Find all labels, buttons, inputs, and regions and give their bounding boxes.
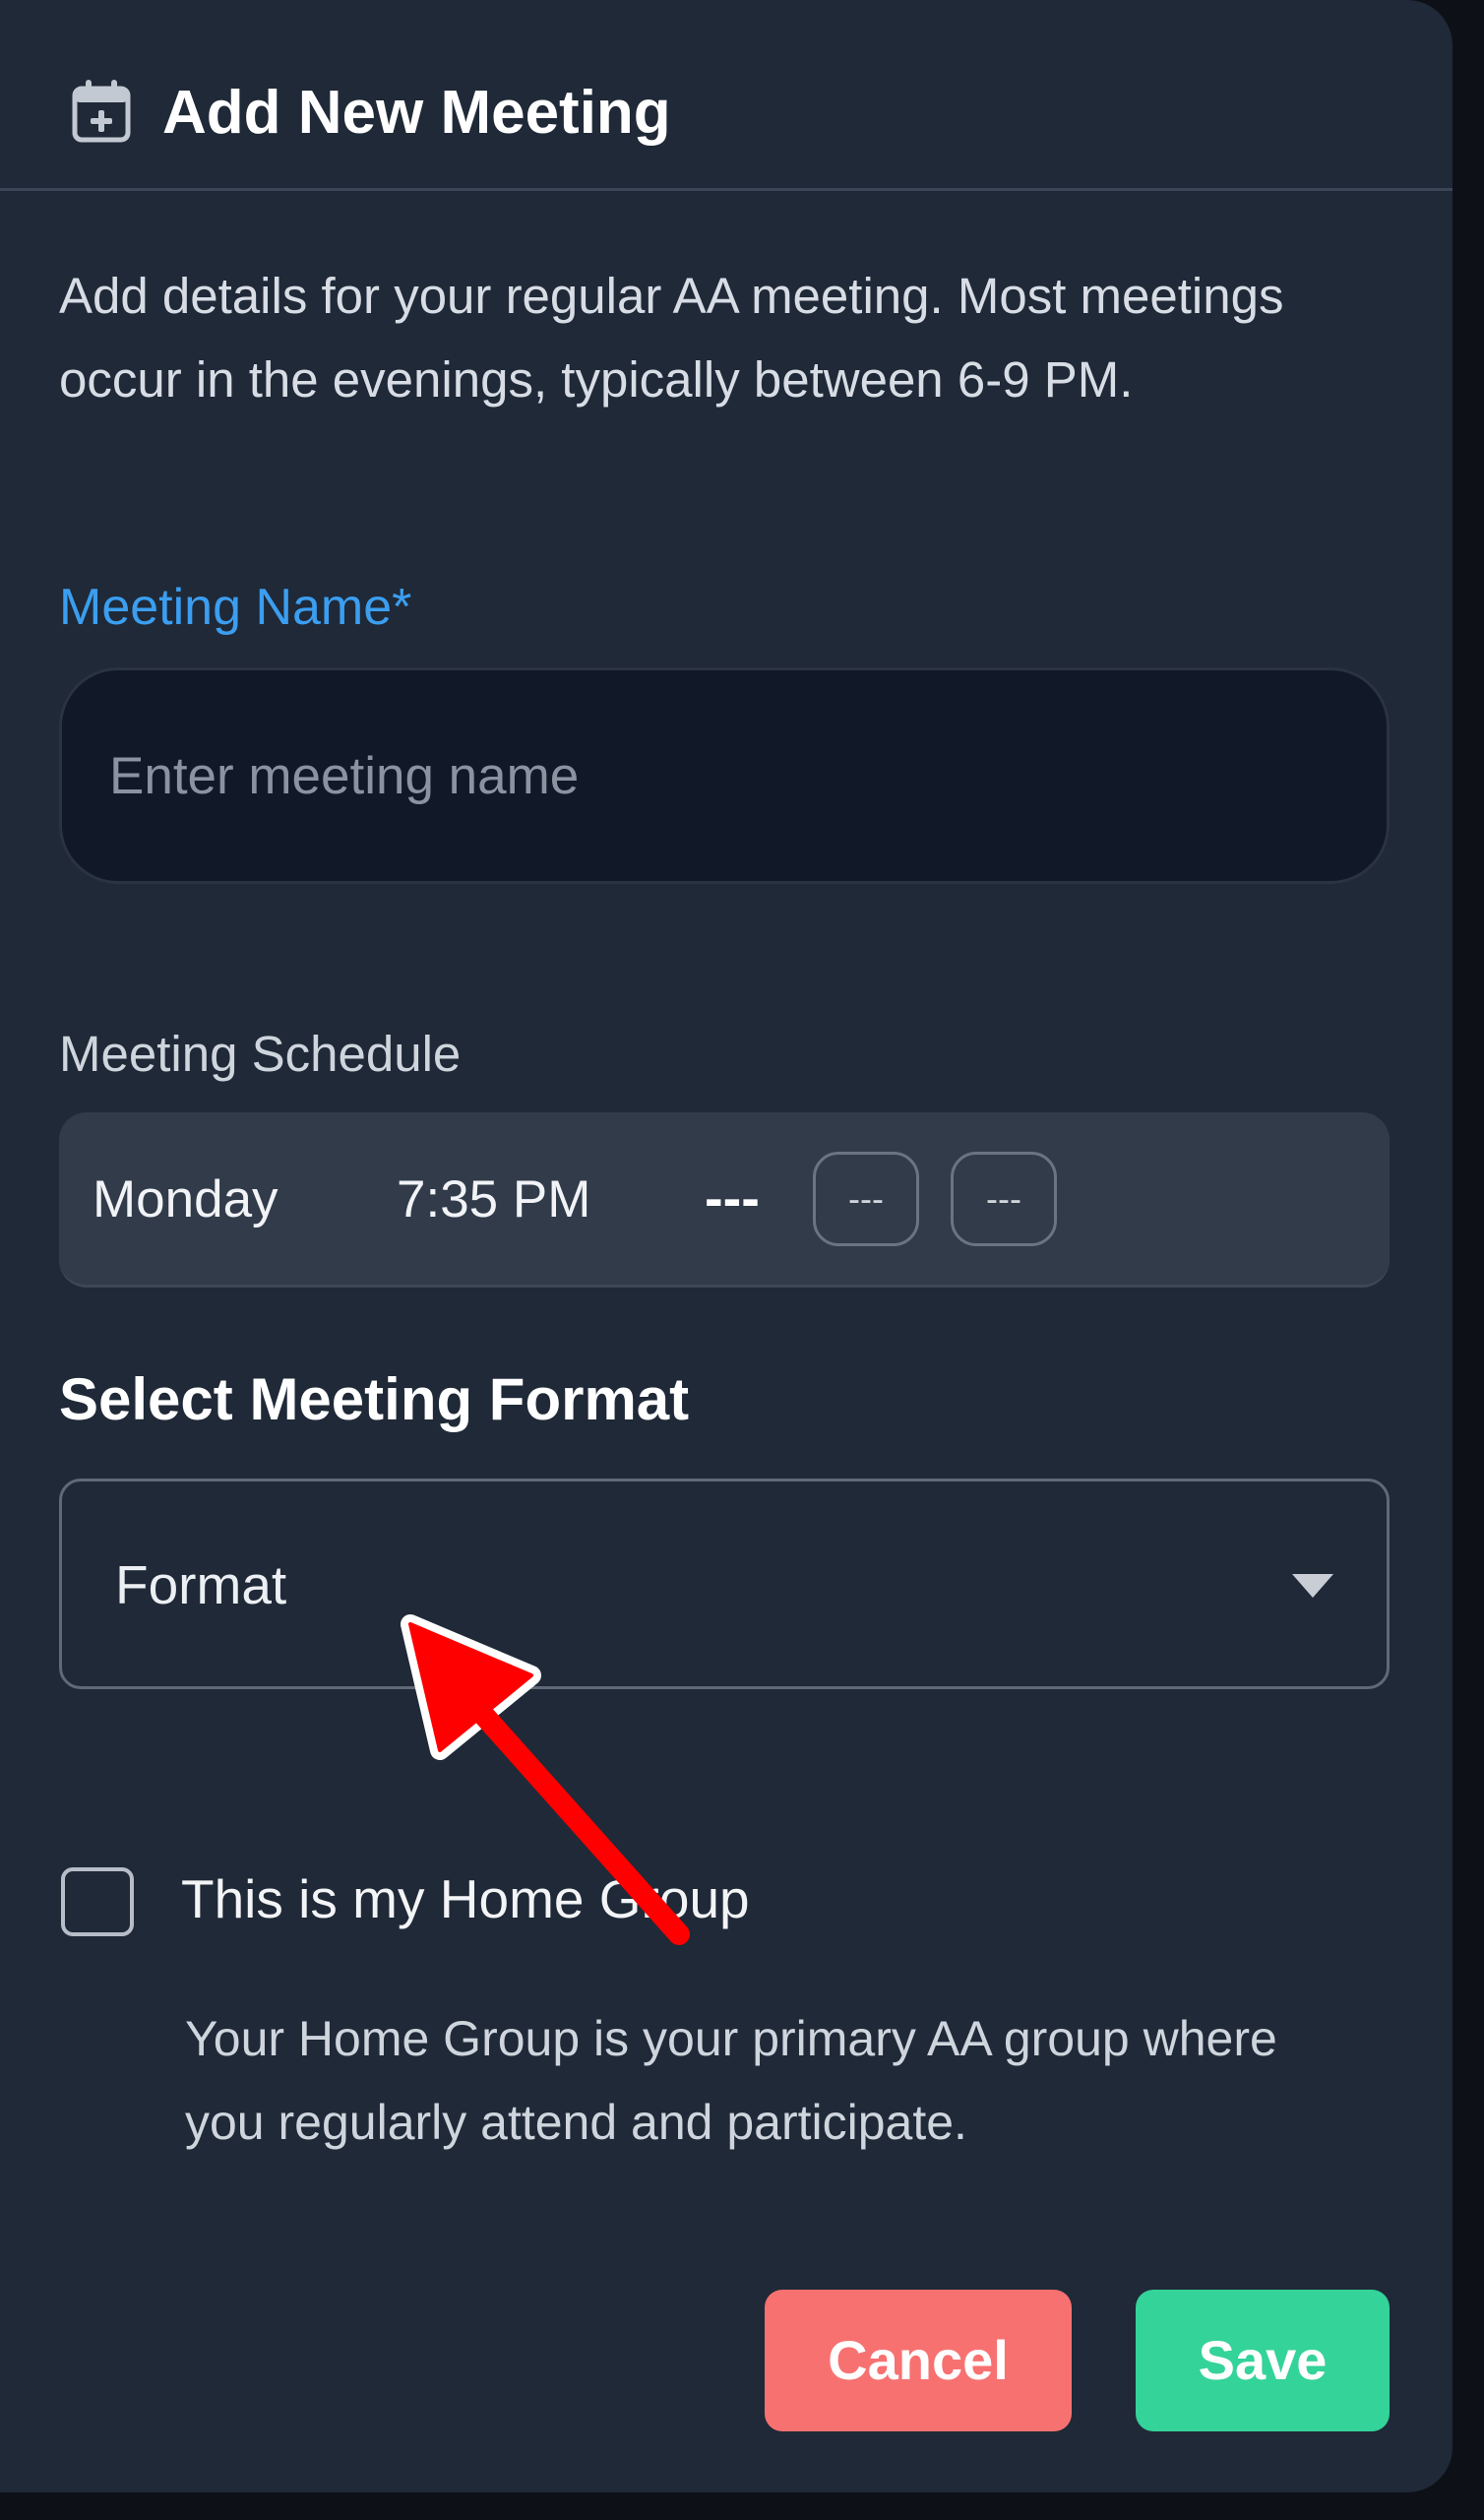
schedule-dashes: --- — [705, 1166, 760, 1228]
dialog-title: Add New Meeting — [162, 79, 671, 147]
dialog-description: Add details for your regular AA meeting.… — [59, 268, 1284, 408]
schedule-day[interactable]: Monday — [93, 1166, 278, 1234]
meeting-schedule-row: Monday 7:35 PM --- --- --- — [59, 1112, 1390, 1288]
home-group-description: Your Home Group is your primary AA group… — [185, 2011, 1277, 2150]
schedule-time[interactable]: 7:35 PM — [397, 1166, 590, 1234]
add-meeting-dialog: Add New Meeting Add details for your reg… — [0, 0, 1453, 2492]
caret-down-icon — [1292, 1574, 1333, 1598]
annotation-arrow-icon — [401, 1614, 690, 1945]
dialog-header: Add New Meeting — [0, 0, 1453, 191]
schedule-option-2[interactable]: --- — [951, 1152, 1057, 1246]
home-group-checkbox[interactable] — [61, 1867, 134, 1936]
schedule-option-1[interactable]: --- — [813, 1152, 919, 1246]
format-select[interactable]: Format — [59, 1479, 1390, 1689]
save-button[interactable]: Save — [1136, 2290, 1390, 2431]
calendar-plus-icon — [72, 80, 131, 143]
cancel-button[interactable]: Cancel — [765, 2290, 1072, 2431]
meeting-name-label: Meeting Name* — [59, 579, 412, 636]
format-section-title: Select Meeting Format — [59, 1366, 690, 1432]
format-selected-value: Format — [115, 1554, 287, 1615]
meeting-schedule-label: Meeting Schedule — [59, 1026, 462, 1082]
meeting-name-input[interactable] — [59, 667, 1390, 884]
